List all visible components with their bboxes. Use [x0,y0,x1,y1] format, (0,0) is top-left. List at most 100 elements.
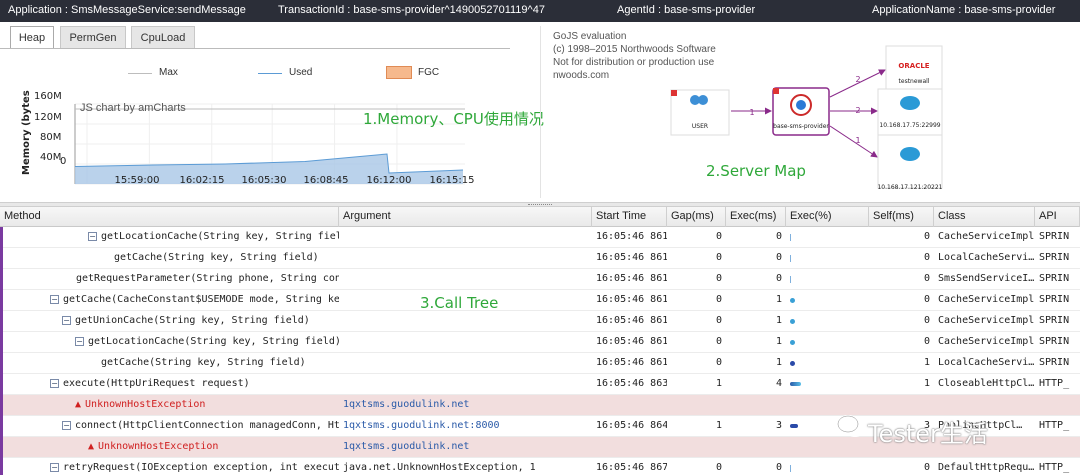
page: Application : SmsMessageService:sendMess… [0,0,1080,475]
cloud-icon [900,147,920,161]
column-header-start-time[interactable]: Start Time [592,207,667,227]
exec-percent-bar [790,298,795,303]
argument-cell [343,311,592,332]
cloud2-node[interactable] [877,134,943,189]
call-tree-row[interactable]: getRequestParameter(String phone, String… [0,269,1080,290]
edge-user-label: 1 [749,108,755,117]
user-alert-icon [671,90,677,96]
column-header-api[interactable]: API [1035,207,1080,227]
exec-cell: 0 [775,231,782,242]
method-cell: getCache(String key, String field) [114,248,339,269]
start-time-cell: 16:05:46 861 [596,273,667,284]
column-header-self[interactable]: Self(ms) [869,207,934,227]
class-cell [938,395,1035,416]
call-tree-row[interactable]: getCache(String key, String field) 16:05:… [0,353,1080,374]
method-cell: getCache(String key, String field) [101,353,339,374]
column-header-method[interactable]: Method [0,207,339,227]
collapse-toggle-icon[interactable]: − [75,337,84,346]
exec-cell: 0 [775,252,782,263]
gap-cell: 0 [715,336,722,347]
argument-cell: 1qxtsms.guodulink.net [343,399,470,410]
exec-cell [726,395,786,416]
method-text: getLocationCache(String key, String fiel… [88,336,339,347]
exec-percent-bar [790,361,795,366]
argument-cell [343,353,592,374]
start-time-cell: 16:05:46 861 [596,357,667,368]
argument-cell [343,269,592,290]
application-label: Application : SmsMessageService:sendMess… [8,4,246,16]
start-time-cell: 16:05:46 861 [596,231,667,242]
exec-cell [726,437,786,458]
call-tree-row[interactable]: getCache(String key, String field) 16:05:… [0,248,1080,269]
call-tree-row[interactable]: − getLocationCache(String key, String fie… [0,332,1080,353]
method-text: UnknownHostException [98,441,219,452]
start-time-cell: 16:05:46 867 [596,462,667,473]
gap-cell: 1 [715,420,722,431]
gap-cell [667,437,726,458]
call-tree-row[interactable]: − getLocationCache(String key, String fie… [0,227,1080,248]
exec-percent-bar [790,382,801,386]
collapse-toggle-icon[interactable]: − [50,379,59,388]
collapse-toggle-icon[interactable]: − [50,463,59,472]
edge-provider-cloud2 [829,125,878,158]
x-tick-label: 16:05:30 [241,175,287,186]
memory-annotation: 1.Memory、CPU使用情况 [363,110,544,128]
method-cell: − getLocationCache(String key, String fie… [88,227,339,248]
exec-percent-bar [790,319,795,324]
class-cell: LocalCacheServi… [938,357,1035,368]
edge-oracle-label: 2 [855,75,861,84]
column-header-exec[interactable]: Exec(ms) [726,207,786,227]
exec-cell: 0 [775,273,782,284]
api-cell: SPRIN [1039,336,1070,347]
exec-percent-bar [790,255,791,262]
self-cell: 1 [923,378,930,389]
column-header-exec-pct[interactable]: Exec(%) [786,207,869,227]
argument-cell [343,248,592,269]
start-time-cell: 16:05:46 863 [596,378,667,389]
self-cell: 0 [923,462,930,473]
start-time-cell: 16:05:46 864 [596,420,667,431]
class-cell: LocalCacheServi… [938,252,1035,263]
cloud-icon [900,96,920,110]
provider-node-label: base-sms-provider [773,123,829,130]
cloud1-node-label: 10.168.17.75:22999 [879,122,941,129]
application-name-label: ApplicationName : base-sms-provider [872,4,1056,16]
collapse-toggle-icon[interactable]: − [88,232,97,241]
call-tree-row[interactable]: − retryRequest(IOException exception, int… [0,458,1080,475]
call-tree-row[interactable]: − execute(HttpUriRequest request) 16:05:46… [0,374,1080,395]
call-tree-row[interactable]: − getCache(CacheConstant$USEMODE mode, St… [0,290,1080,311]
collapse-toggle-icon[interactable]: − [62,316,71,325]
exec-percent-bar [790,340,795,345]
provider-alert-icon [773,88,779,94]
gap-cell: 0 [715,273,722,284]
method-text: execute(HttpUriRequest request) [63,378,250,389]
collapse-toggle-icon[interactable]: − [50,295,59,304]
start-time-cell: 16:05:46 861 [596,336,667,347]
self-cell: 0 [923,273,930,284]
method-text: getCache(CacheConstant$USEMODE mode, Str… [63,294,339,305]
column-header-argument[interactable]: Argument [339,207,592,227]
start-time-cell: 16:05:46 861 [596,294,667,305]
x-tick-label: 16:12:00 [366,175,412,186]
api-cell: SPRIN [1039,294,1070,305]
exception-row[interactable]: ▲ UnknownHostException 1qxtsms.guodulink.n… [0,395,1080,416]
method-text: connect(HttpClientConnection managedConn… [75,420,339,431]
api-cell: SPRIN [1039,273,1070,284]
gap-cell: 0 [715,462,722,473]
gap-cell: 0 [715,252,722,263]
call-tree-annotation: 3.Call Tree [420,294,499,312]
agent-id-label: AgentId : base-sms-provider [617,4,756,16]
self-cell: 1 [923,357,930,368]
call-tree-row[interactable]: − getUnionCache(String key, String field)… [0,311,1080,332]
gap-cell: 0 [715,357,722,368]
column-header-gap[interactable]: Gap(ms) [667,207,726,227]
api-cell [1039,437,1080,458]
splitter-grip[interactable] [528,204,552,206]
collapse-toggle-icon[interactable]: − [62,421,71,430]
column-header-class[interactable]: Class [934,207,1035,227]
method-text: getRequestParameter(String phone, String… [76,273,339,284]
method-text: retryRequest(IOException exception, int … [63,462,339,473]
method-cell: getRequestParameter(String phone, String… [76,269,339,290]
self-cell: 0 [923,294,930,305]
method-cell: − getLocationCache(String key, String fie… [75,332,339,353]
